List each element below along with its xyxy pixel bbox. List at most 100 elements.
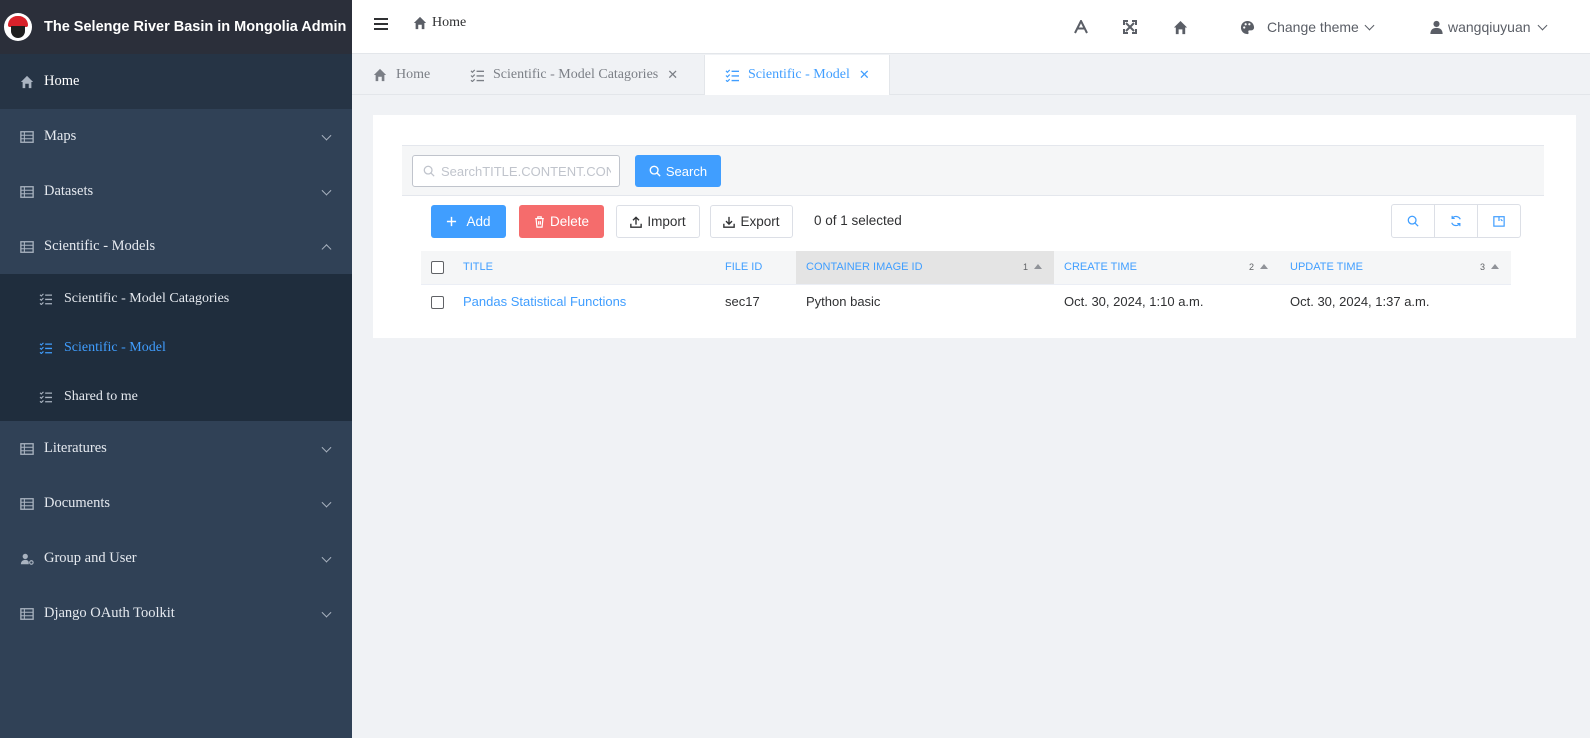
logo — [4, 13, 32, 41]
font-size-button[interactable] — [1074, 0, 1088, 54]
chevron-down-icon — [321, 607, 332, 618]
sidebar-item-home[interactable]: Home — [0, 54, 352, 109]
user-gear-icon — [20, 553, 34, 565]
list-check-icon — [39, 390, 52, 403]
search-icon — [649, 165, 661, 177]
palette-icon — [1240, 20, 1255, 34]
columns-button[interactable] — [1478, 205, 1520, 237]
close-icon[interactable]: ✕ — [859, 67, 870, 83]
list-check-icon — [725, 69, 739, 82]
column-header-container-image-id[interactable]: CONTAINER IMAGE ID 1 — [796, 251, 1054, 285]
search-input[interactable] — [441, 163, 611, 179]
home-button[interactable] — [1172, 0, 1189, 54]
font-size-icon — [1074, 20, 1088, 34]
table-row: Pandas Statistical Functions sec17 Pytho… — [421, 284, 1511, 318]
sort-asc-icon — [1034, 264, 1042, 269]
sidebar-item-label: Literatures — [44, 440, 107, 456]
home-icon — [1173, 20, 1188, 34]
cell-update-time: Oct. 30, 2024, 1:37 a.m. — [1290, 293, 1430, 309]
refresh-button[interactable] — [1435, 205, 1478, 237]
sidebar-item-maps[interactable]: Maps — [0, 109, 352, 164]
select-all-checkbox[interactable] — [431, 260, 444, 274]
hamburger-icon[interactable] — [374, 18, 388, 30]
sidebar-item-label: Scientific - Models — [44, 238, 156, 254]
sidebar-item-label: Django OAuth Toolkit — [44, 605, 175, 621]
import-button[interactable]: Import — [616, 205, 700, 238]
toggle-search-button[interactable] — [1392, 205, 1435, 237]
home-icon — [373, 68, 387, 82]
sort-indicator: 2 — [1249, 262, 1268, 272]
tabs-bar: Home Scientific - Model Catagories ✕ Sci… — [352, 55, 1590, 95]
home-icon — [20, 75, 34, 88]
sidebar-item-group-and-user[interactable]: Group and User — [0, 531, 352, 586]
row-checkbox[interactable] — [431, 295, 444, 309]
data-table: TITLE FILE ID CONTAINER IMAGE ID 1 CREAT… — [421, 251, 1511, 318]
user-icon — [1430, 20, 1443, 34]
tab-model[interactable]: Scientific - Model ✕ — [704, 55, 890, 95]
chevron-down-icon — [321, 497, 332, 508]
sidebar-item-model[interactable]: Scientific - Model — [0, 323, 352, 372]
table-icon — [20, 607, 34, 620]
search-icon — [423, 165, 435, 177]
export-button[interactable]: Export — [710, 205, 793, 238]
upload-icon — [630, 215, 643, 228]
trash-icon — [535, 215, 544, 228]
table-icon — [20, 185, 34, 198]
download-icon — [723, 216, 736, 228]
search-input-wrapper[interactable] — [412, 155, 620, 187]
add-button-label: Add — [466, 214, 491, 229]
tab-label: Scientific - Model Catagories — [493, 67, 659, 82]
cell-create-time: Oct. 30, 2024, 1:10 a.m. — [1064, 293, 1204, 309]
breadcrumb-label: Home — [432, 15, 467, 30]
user-label: wangqiuyuan — [1448, 19, 1531, 35]
list-check-icon — [39, 341, 52, 354]
table-icon — [20, 130, 34, 143]
select-all-cell — [421, 251, 453, 285]
chevron-down-icon — [1364, 20, 1375, 30]
chevron-down-icon — [321, 552, 332, 563]
main-panel: Search Add Delete Import Export 0 of 1 s… — [373, 115, 1576, 338]
column-header-update-time[interactable]: UPDATE TIME 3 — [1280, 251, 1511, 285]
title-link[interactable]: Pandas Statistical Functions — [463, 294, 626, 309]
breadcrumb[interactable]: Home — [412, 15, 466, 31]
table-icon — [20, 497, 34, 510]
sort-asc-icon — [1260, 264, 1268, 269]
sidebar-item-shared-to-me[interactable]: Shared to me — [0, 372, 352, 421]
search-button[interactable]: Search — [635, 155, 721, 187]
list-check-icon — [39, 292, 52, 305]
add-button[interactable]: Add — [431, 205, 506, 238]
column-header-title[interactable]: TITLE — [453, 251, 715, 285]
import-button-label: Import — [647, 214, 686, 229]
sidebar-item-django-oauth[interactable]: Django OAuth Toolkit — [0, 586, 352, 641]
fullscreen-button[interactable] — [1123, 0, 1137, 54]
sidebar-item-scientific-models[interactable]: Scientific - Models — [0, 219, 352, 274]
top-navbar: Home Change theme wangqiuyuan — [352, 0, 1590, 54]
close-icon[interactable]: ✕ — [667, 67, 678, 83]
export-button-label: Export — [740, 214, 780, 229]
brand[interactable]: The Selenge River Basin in Mongolia Admi… — [0, 0, 352, 54]
tab-model-catagories[interactable]: Scientific - Model Catagories ✕ — [470, 55, 678, 95]
sidebar-item-literatures[interactable]: Literatures — [0, 421, 352, 476]
row-select-cell — [421, 284, 453, 318]
chevron-down-icon — [1537, 20, 1547, 30]
table-tools — [1391, 204, 1521, 238]
delete-button[interactable]: Delete — [519, 205, 604, 238]
sidebar-item-label: Scientific - Model — [64, 339, 166, 355]
sidebar-item-datasets[interactable]: Datasets — [0, 164, 352, 219]
chevron-down-icon — [321, 185, 332, 196]
tab-home[interactable]: Home — [372, 55, 430, 95]
tab-label: Home — [396, 67, 431, 82]
column-header-create-time[interactable]: CREATE TIME 2 — [1054, 251, 1280, 285]
sidebar-item-label: Datasets — [44, 183, 94, 199]
change-theme-dropdown[interactable]: Change theme — [1240, 0, 1375, 54]
user-dropdown[interactable]: wangqiuyuan — [1430, 0, 1547, 54]
sidebar-menu: Home Maps Datasets Scientific - Models S… — [0, 54, 352, 641]
chevron-down-icon — [321, 442, 332, 453]
home-icon — [413, 16, 427, 30]
delete-button-label: Delete — [549, 214, 590, 229]
selection-count: 0 of 1 selected — [814, 213, 902, 228]
column-header-file-id[interactable]: FILE ID — [715, 251, 796, 285]
sidebar-item-documents[interactable]: Documents — [0, 476, 352, 531]
sort-asc-icon — [1491, 264, 1499, 269]
sidebar-item-model-catagories[interactable]: Scientific - Model Catagories — [0, 274, 352, 323]
